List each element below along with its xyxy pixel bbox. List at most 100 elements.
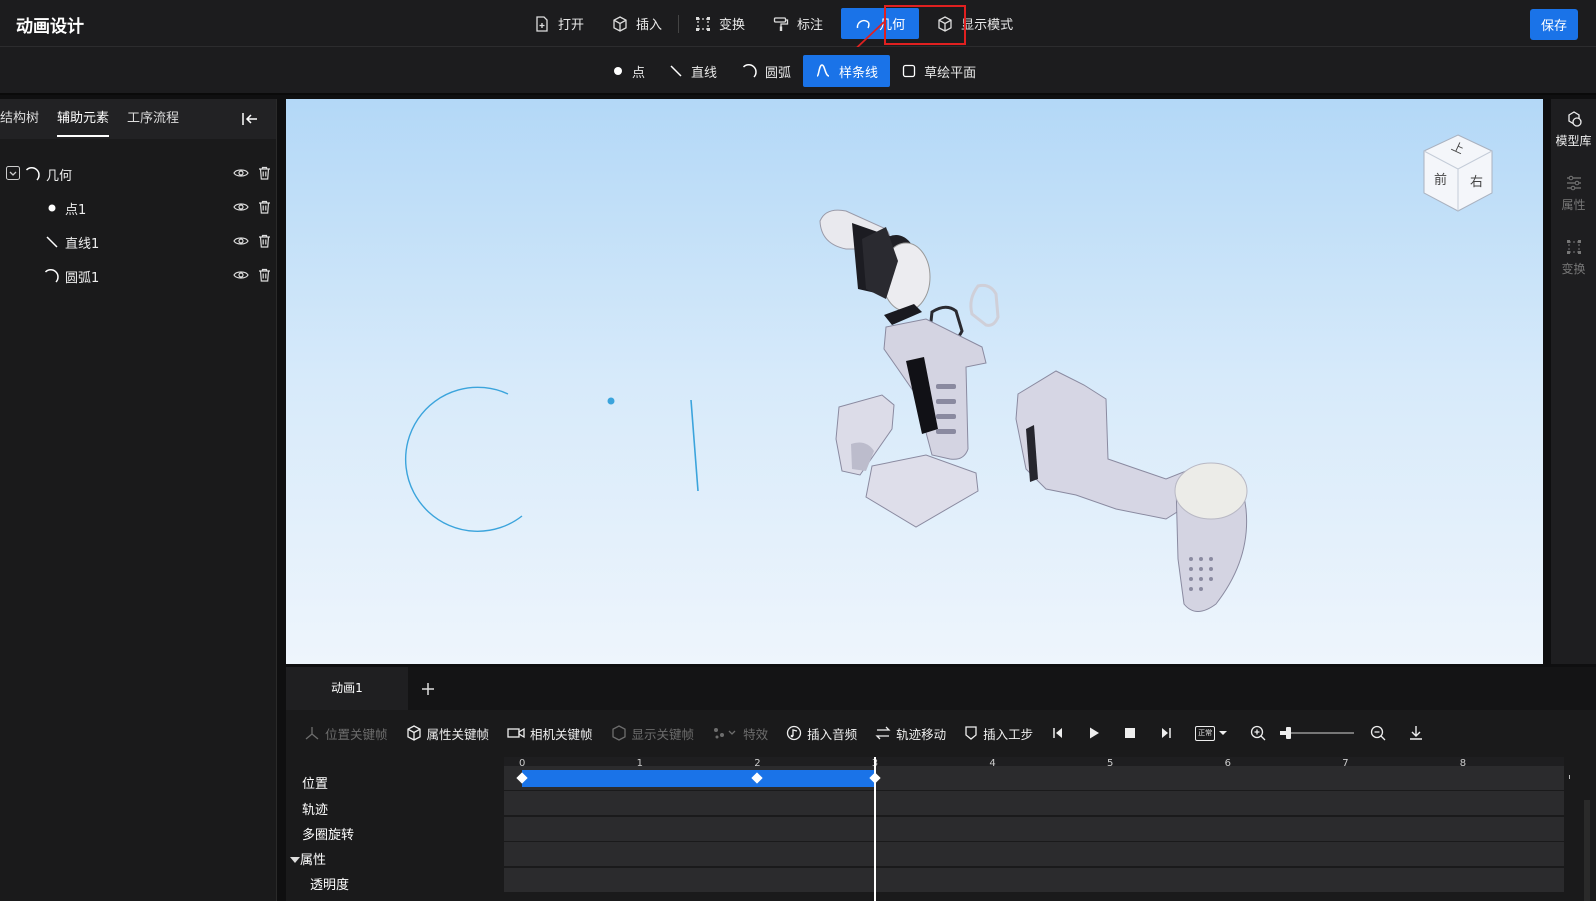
position-keyframe-icon [305,727,319,740]
add-animation-button[interactable] [408,667,448,710]
tree-item-line1[interactable]: 直线1 [0,225,276,259]
export-button[interactable] [1408,725,1424,741]
properties-button[interactable]: 属性 [1551,163,1596,227]
timeline-scrollbar[interactable] [1584,800,1590,901]
timeline-panel: 动画1 位置关键帧 属性关键帧 相机关键帧 显示关键帧 特效 插入音频 轨迹移动… [286,667,1596,901]
paint-roller-icon [773,16,789,31]
view-cube-front-label[interactable]: 前 [1434,169,1447,188]
display-keyframe-button[interactable]: 显示关键帧 [611,724,695,743]
visibility-eye-icon[interactable] [233,167,249,179]
delete-trash-icon[interactable] [258,268,271,282]
tool-spline-label: 样条线 [839,65,879,81]
menu-transform[interactable]: 变换 [681,6,759,41]
delete-trash-icon[interactable] [258,166,271,180]
track-label-position[interactable]: 位置 [302,773,328,792]
transform-icon [696,16,711,31]
track-label-opacity[interactable]: 透明度 [310,874,349,893]
speed-label: 正常 [1198,728,1213,737]
menu-annotate[interactable]: 标注 [759,6,837,41]
tool-line[interactable]: 直线 [657,55,729,87]
property-keyframe-label: 属性关键帧 [426,726,490,742]
tab-process-flow[interactable]: 工序流程 [118,99,188,139]
track-label-path[interactable]: 轨迹 [302,799,328,818]
track-label-multi-rotation[interactable]: 多圈旋转 [302,824,354,843]
model-library-button[interactable]: 模型库 [1551,99,1596,163]
transform-panel-button[interactable]: 变换 [1551,227,1596,291]
visibility-eye-icon[interactable] [233,235,249,247]
sliders-icon [1566,175,1581,191]
geometry-tree: 几何 点1 直线1 圆弧1 [0,139,276,293]
camera-keyframe-button[interactable]: 相机关键帧 [507,724,593,743]
tool-point[interactable]: 点 [600,55,657,87]
menu-display-mode[interactable]: 显示模式 [923,6,1027,41]
zoom-slider-thumb[interactable] [1285,727,1291,739]
menu-separator [678,14,680,33]
menu-open-label: 打开 [558,18,585,33]
tool-arc-label: 圆弧 [765,65,792,81]
top-menu: 打开 插入 变换 标注 几何 显示模式 [520,6,1027,41]
zoom-out-button[interactable] [1370,725,1386,741]
delete-trash-icon[interactable] [258,200,271,214]
collapse-toggle-icon[interactable] [6,166,20,180]
left-panel-tabs: 结构树 辅助元素 工序流程 [0,99,276,139]
track-row-opacity[interactable] [504,868,1564,892]
geometry-tools: 点 直线 圆弧 样条线 草绘平面 [600,55,988,87]
tab-auxiliary-elements[interactable]: 辅助元素 [48,99,118,139]
track-row-multi-rotation[interactable] [504,817,1564,841]
tree-item-geometry[interactable]: 几何 [0,157,276,191]
stop-button[interactable] [1123,726,1137,740]
tree-item-arc1[interactable]: 圆弧1 [0,259,276,293]
effects-button[interactable]: 特效 [712,724,768,743]
tool-sketch-plane[interactable]: 草绘平面 [890,55,988,87]
point-icon [614,67,622,75]
track-row-position[interactable] [504,766,1564,790]
step-back-icon [1053,728,1063,738]
visibility-eye-icon[interactable] [233,269,249,281]
plus-icon [422,682,434,695]
playback-speed-select[interactable]: 正常 [1195,725,1228,741]
insert-audio-button[interactable]: 插入音频 [786,724,857,743]
light-ring-part [969,283,1000,327]
properties-label: 属性 [1561,198,1586,212]
tool-spline[interactable]: 样条线 [803,55,891,87]
menu-insert-label: 插入 [636,18,663,33]
right-toolbar: 模型库 属性 变换 [1551,99,1596,664]
tab-structure-tree[interactable]: 结构树 [0,99,48,139]
display-keyframe-label: 显示关键帧 [631,726,695,742]
tool-sketch-plane-label: 草绘平面 [924,65,977,81]
display-keyframe-icon [611,725,626,741]
menu-open[interactable]: 打开 [520,6,598,41]
position-keyframe-button[interactable]: 位置关键帧 [304,724,388,743]
download-icon [1410,726,1423,740]
view-cube-right-label[interactable]: 右 [1470,171,1483,190]
track-row-properties[interactable] [504,842,1564,866]
drill-chuck-model [819,209,931,312]
camera-icon [507,727,525,739]
tool-arc[interactable]: 圆弧 [729,55,803,87]
tab-animation1[interactable]: 动画1 [286,667,408,710]
property-keyframe-button[interactable]: 属性关键帧 [406,724,490,743]
zoom-slider-track [1280,732,1355,734]
zoom-in-button[interactable] [1250,725,1266,741]
zoom-slider[interactable] [1280,726,1355,740]
geometry-point [607,397,615,405]
3d-viewport[interactable]: 上 前 右 [286,99,1543,664]
path-move-button[interactable]: 轨迹移动 [875,724,946,743]
menu-insert[interactable]: 插入 [598,6,676,41]
track-label-properties[interactable]: 属性 [290,849,326,868]
step-forward-icon [1162,728,1171,738]
play-button[interactable] [1087,726,1101,740]
scene-canvas [404,134,1493,612]
path-move-label: 轨迹移动 [896,726,947,742]
save-button[interactable]: 保存 [1530,9,1578,40]
track-row-path[interactable] [504,791,1564,815]
insert-step-button[interactable]: 插入工步 [964,724,1033,743]
collapse-panel-button[interactable] [242,112,258,126]
file-plus-icon [536,15,548,32]
collapse-left-icon [242,113,257,125]
delete-trash-icon[interactable] [258,234,271,248]
previous-frame-button[interactable] [1051,726,1065,740]
next-frame-button[interactable] [1159,726,1173,740]
tree-item-point1[interactable]: 点1 [0,191,276,225]
visibility-eye-icon[interactable] [233,201,249,213]
